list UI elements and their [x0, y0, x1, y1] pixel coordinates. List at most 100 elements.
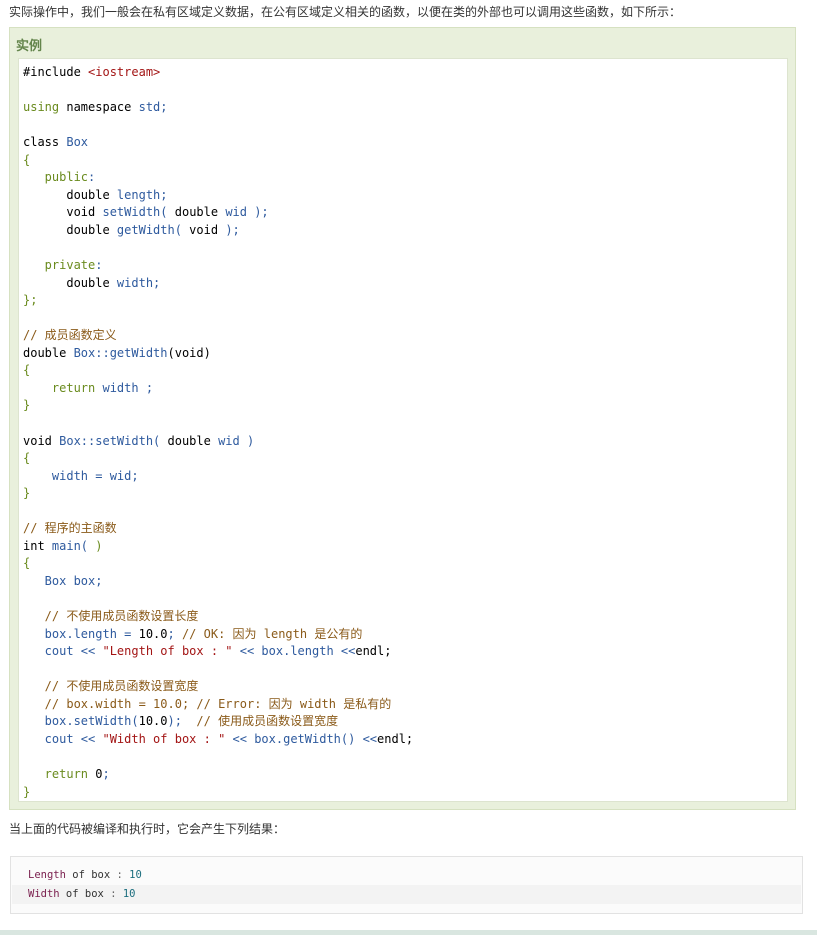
- code-token: <iostream>: [88, 65, 161, 79]
- code-line: width = wid;: [23, 468, 139, 485]
- code-token: public: [23, 170, 89, 185]
- code-line: double Box::getWidth(void): [23, 345, 211, 362]
- code-line: {: [23, 555, 30, 572]
- code-line: // box.width = 10.0; // Error: 因为 width …: [23, 696, 392, 713]
- code-token: box.setWidth(: [23, 714, 139, 729]
- code-token: setWidth(: [102, 205, 168, 220]
- code-token: main(: [51, 538, 89, 553]
- code-token: cout <<: [23, 731, 103, 746]
- output-token: of box: [65, 869, 117, 881]
- code-line: box.setWidth(10.0); // 使用成员函数设置宽度: [23, 713, 338, 730]
- code-line: public:: [23, 169, 96, 186]
- code-token: // 成员函数定义: [23, 328, 117, 343]
- code-token: return: [23, 380, 96, 395]
- output-line: Length of box : 10: [12, 866, 801, 885]
- code-token: endl;: [355, 644, 392, 659]
- code-line: // 成员函数定义: [23, 327, 117, 344]
- code-token: << box.getWidth() <<: [225, 731, 378, 746]
- code-line: {: [23, 152, 30, 169]
- output-token: Width: [28, 888, 60, 900]
- code-token: );: [167, 714, 197, 729]
- example-box: 实例 #include <iostream> using namespace st…: [9, 27, 796, 810]
- output-token: Length: [28, 869, 66, 881]
- code-line: double getWidth( void );: [23, 222, 240, 239]
- code-token: wid ): [218, 433, 255, 448]
- code-token: // 程序的主函数: [23, 521, 117, 536]
- code-line: }: [23, 397, 30, 414]
- code-line: #include <iostream>: [23, 64, 160, 81]
- code-token: endl;: [377, 731, 414, 746]
- code-token: double: [23, 187, 117, 202]
- code-token: ;: [102, 767, 110, 781]
- intro-paragraph: 实际操作中，我们一般会在私有区域定义数据，在公有区域定义相关的函数，以便在类的外…: [9, 5, 682, 19]
- code-token: double: [167, 205, 226, 220]
- code-token: // 不使用成员函数设置长度: [23, 609, 199, 624]
- code-token: {: [23, 363, 31, 378]
- code-token: };: [23, 293, 38, 308]
- code-line: box.length = 10.0; // OK: 因为 length 是公有的: [23, 626, 363, 643]
- code-line: // 不使用成员函数设置宽度: [23, 678, 199, 695]
- code-line: return 0;: [23, 766, 110, 783]
- code-line: int main( ): [23, 538, 102, 555]
- code-token: double: [23, 275, 117, 290]
- code-token: void: [23, 205, 103, 220]
- bottom-divider: [0, 930, 817, 935]
- code-token: Box::getWidth: [73, 345, 168, 360]
- code-line: double width;: [23, 275, 160, 292]
- code-line: void setWidth( double wid );: [23, 204, 269, 221]
- code-token: (void): [167, 345, 211, 360]
- code-line: void Box::setWidth( double wid ): [23, 433, 254, 450]
- code-token: namespace: [59, 100, 139, 115]
- code-token: width;: [116, 275, 161, 290]
- code-token: void: [23, 433, 60, 448]
- code-token: }: [23, 398, 31, 413]
- code-token: :: [88, 170, 96, 185]
- code-token: );: [225, 222, 240, 237]
- code-token: // OK: 因为 length 是公有的: [181, 626, 363, 641]
- code-line: };: [23, 292, 37, 309]
- code-token: box.length =: [23, 626, 139, 641]
- output-token: 10: [116, 888, 136, 900]
- code-line: }: [23, 784, 30, 801]
- output-line: Width of box : 10: [12, 885, 801, 904]
- code-line: private:: [23, 257, 103, 274]
- code-token: class: [23, 135, 67, 150]
- code-token: cout <<: [23, 644, 103, 659]
- code-token: wid );: [225, 205, 269, 220]
- code-token: int: [23, 538, 52, 553]
- code-token: ): [88, 538, 103, 553]
- code-line: }: [23, 485, 30, 502]
- code-line: using namespace std;: [23, 99, 168, 116]
- code-token: double: [23, 345, 74, 360]
- code-token: 10.0: [138, 714, 168, 729]
- code-token: getWidth(: [116, 222, 182, 237]
- code-block[interactable]: #include <iostream> using namespace std; c…: [18, 58, 788, 802]
- code-token: // box.width = 10.0; // Error: 因为 width …: [23, 696, 392, 711]
- code-line: {: [23, 362, 30, 379]
- code-token: {: [23, 451, 31, 466]
- code-token: Box: [66, 135, 89, 150]
- code-token: width = wid;: [23, 468, 139, 483]
- code-line: // 不使用成员函数设置长度: [23, 608, 199, 625]
- output-block[interactable]: Length of box : 10 Width of box : 10: [10, 856, 803, 914]
- code-token: << box.length <<: [232, 644, 356, 659]
- code-line: // 程序的主函数: [23, 520, 117, 537]
- code-token: Box box;: [23, 573, 103, 588]
- code-token: "Length of box : ": [102, 644, 233, 659]
- code-token: std;: [138, 100, 168, 115]
- code-token: "Width of box : ": [102, 731, 226, 746]
- code-token: void: [181, 222, 226, 237]
- code-token: return: [23, 767, 96, 781]
- output-token: 10: [122, 869, 142, 881]
- code-token: #include: [23, 65, 89, 79]
- code-token: {: [23, 152, 31, 167]
- code-token: // 不使用成员函数设置宽度: [23, 679, 199, 694]
- output-token: of box: [59, 888, 111, 900]
- code-line: {: [23, 450, 30, 467]
- code-line: cout << "Width of box : " << box.getWidt…: [23, 731, 413, 748]
- code-token: 10.0: [138, 626, 168, 641]
- code-line: class Box: [23, 134, 88, 151]
- code-token: using: [23, 100, 60, 115]
- code-line: cout << "Length of box : " << box.length…: [23, 643, 392, 660]
- code-token: {: [23, 556, 31, 571]
